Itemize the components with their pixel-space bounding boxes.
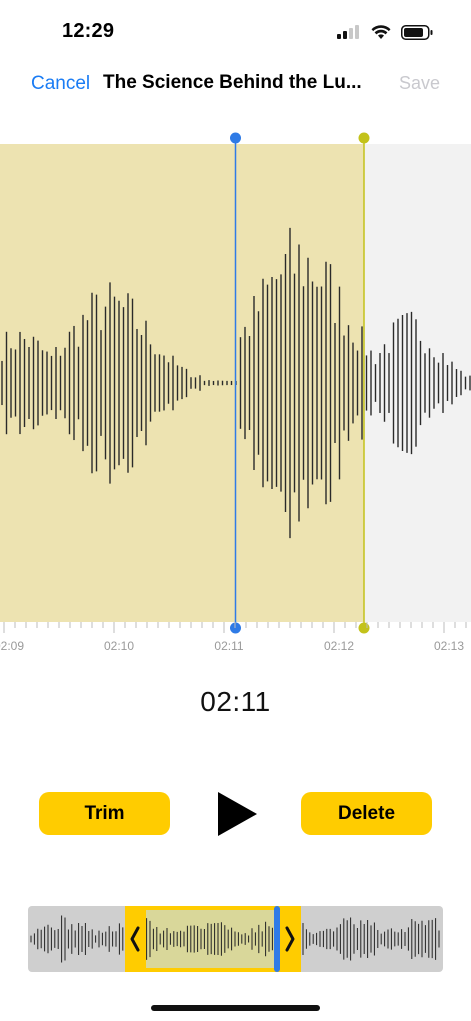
- play-button[interactable]: [216, 791, 258, 837]
- current-time: 02:11: [200, 686, 271, 717]
- timeline-ruler: 02:09 02:10 02:11 02:12 02:13: [0, 622, 471, 662]
- trim-button[interactable]: Trim: [39, 792, 170, 835]
- save-button[interactable]: Save: [399, 73, 440, 94]
- overview-waveform: [30, 906, 440, 972]
- battery-icon: [401, 24, 433, 40]
- page-title: The Science Behind the Lu...: [103, 72, 362, 93]
- timeline-label: 02:09: [0, 639, 25, 653]
- timeline-label: 02:10: [103, 639, 135, 653]
- timeline-label: 02:13: [433, 639, 465, 653]
- status-time: 12:29: [62, 20, 115, 42]
- overview-scrubber[interactable]: [28, 906, 443, 972]
- wifi-icon: [371, 24, 391, 39]
- status-icons: [337, 22, 433, 42]
- trim-end-top-handle[interactable]: [358, 132, 370, 144]
- playhead-top-handle[interactable]: [230, 132, 241, 144]
- timeline-label: 02:11: [214, 639, 244, 653]
- home-indicator[interactable]: [151, 1005, 320, 1011]
- overview-selection-fill: [146, 910, 278, 968]
- timeline-label: 02:12: [323, 639, 355, 653]
- play-icon: [218, 792, 257, 836]
- overview-playhead[interactable]: [274, 906, 280, 972]
- delete-button[interactable]: Delete: [301, 792, 432, 835]
- cancel-button[interactable]: Cancel: [31, 73, 90, 95]
- cellular-signal-icon: [337, 25, 359, 39]
- editor-markers[interactable]: [0, 130, 471, 636]
